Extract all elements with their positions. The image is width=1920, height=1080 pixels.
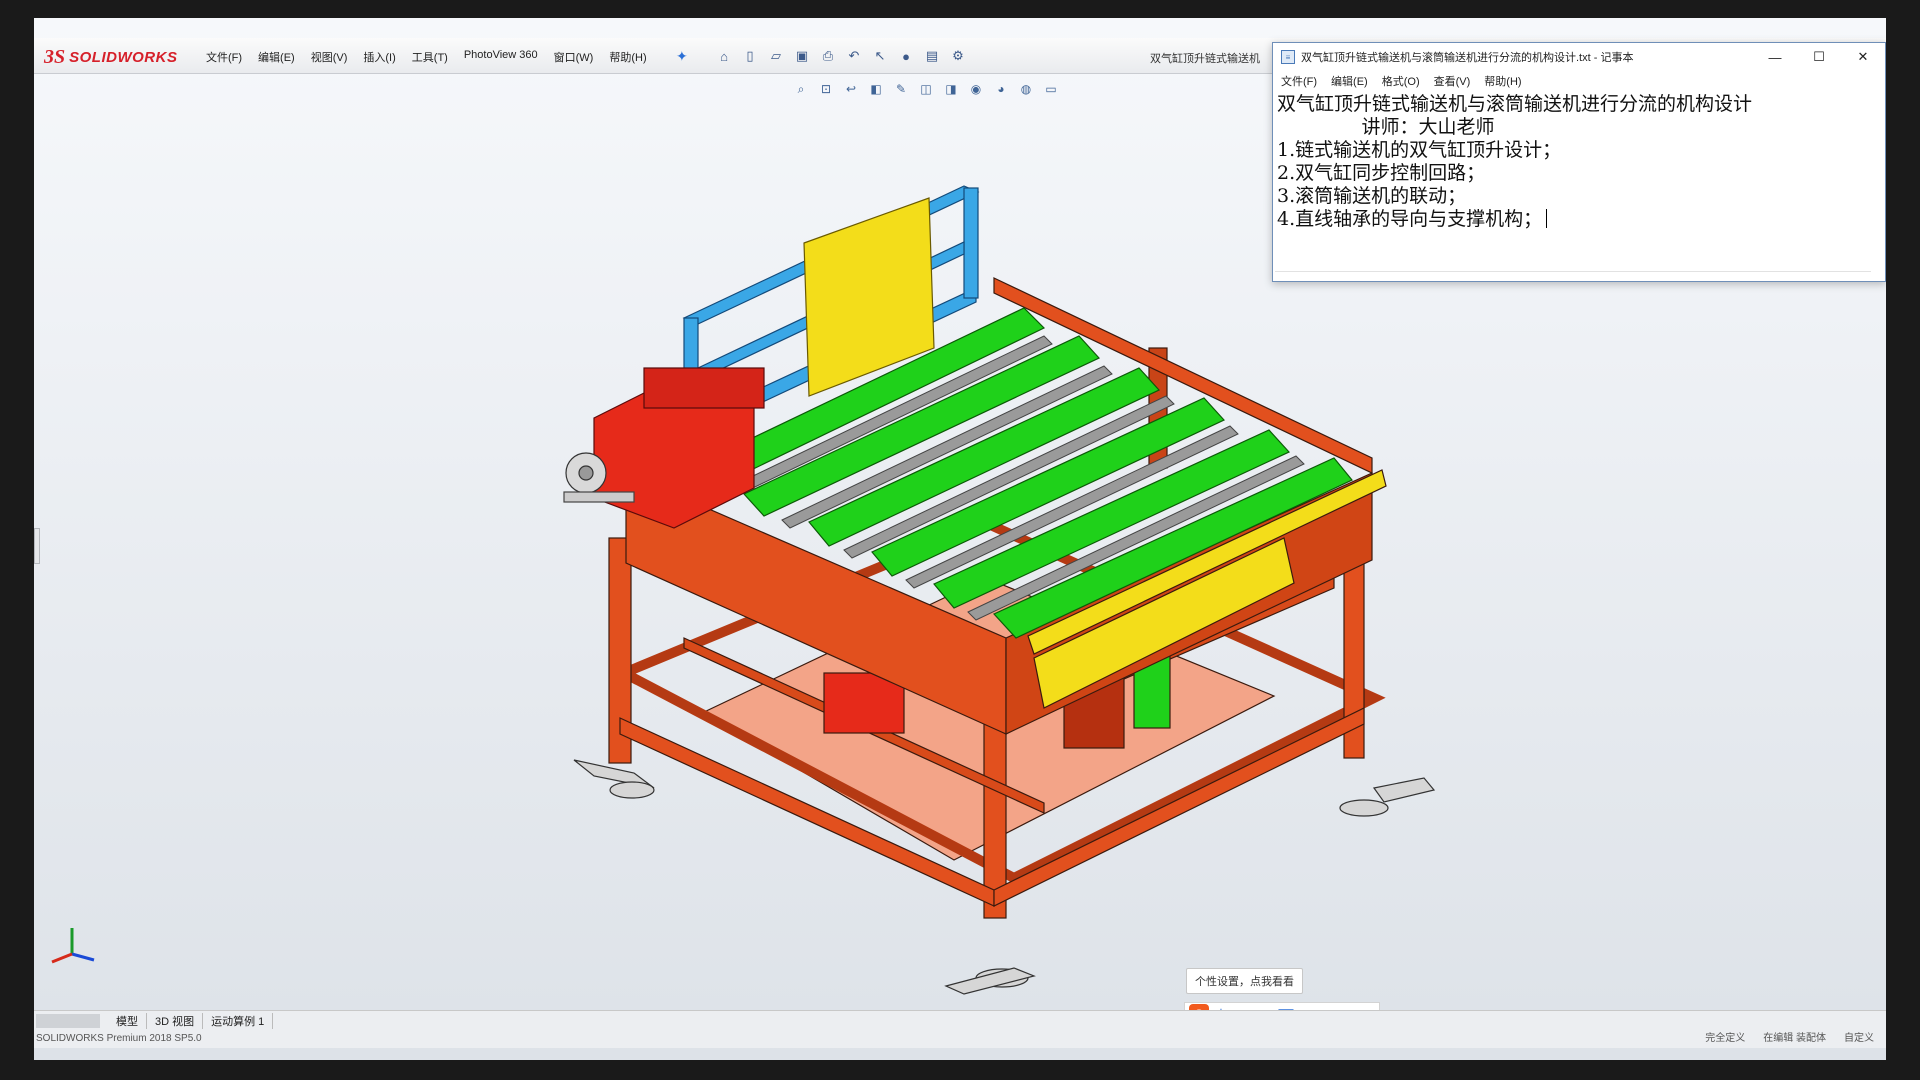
coordinate-triad: [51, 928, 95, 964]
status-definition: 完全定义: [1705, 1033, 1746, 1044]
zoom-area-icon[interactable]: ⊡: [817, 80, 835, 98]
menu-edit[interactable]: 编辑(E): [258, 49, 295, 65]
select-icon[interactable]: ↖: [870, 46, 890, 66]
logo-name: SOLIDWORKS: [69, 48, 178, 66]
text-line: 3.滚筒输送机的联动；: [1277, 185, 1467, 207]
print-icon[interactable]: ⎙: [818, 46, 838, 66]
bottom-tabs: 模型 3D 视图 运动算例 1: [34, 1010, 1886, 1030]
solidworks-logo: 3S SOLIDWORKS: [44, 44, 192, 70]
status-editing: 在编辑 装配体: [1763, 1033, 1826, 1044]
notepad-menu-bar: 文件(F) 编辑(E) 格式(O) 查看(V) 帮助(H): [1273, 71, 1885, 91]
notepad-icon: ≡: [1281, 50, 1295, 64]
standard-toolbar: ⌂ ▯ ▱ ▣ ⎙ ↶ ↖ ● ▤ ⚙: [714, 46, 968, 66]
view-orientation-icon[interactable]: ◫: [917, 80, 935, 98]
triad-x-axis: [71, 952, 95, 962]
notepad-menu-help[interactable]: 帮助(H): [1484, 73, 1521, 89]
section-view-icon[interactable]: ◧: [867, 80, 885, 98]
text-line: 双气缸顶升链式输送机与滚筒输送机进行分流的机构设计: [1277, 93, 1753, 115]
tab-model[interactable]: 模型: [108, 1012, 147, 1029]
text-caret: [1546, 209, 1548, 228]
task-pane-handle[interactable]: [34, 528, 40, 564]
view-settings-icon[interactable]: ▭: [1042, 80, 1060, 98]
save-icon[interactable]: ▣: [792, 46, 812, 66]
notepad-menu-edit[interactable]: 编辑(E): [1331, 73, 1368, 89]
new-icon[interactable]: ▯: [740, 46, 760, 66]
apply-scene-icon[interactable]: ◍: [1017, 80, 1035, 98]
window-controls: — ☐ ✕: [1753, 43, 1885, 71]
drive-sprocket-hub: [578, 465, 594, 481]
menu-tools[interactable]: 工具(T): [412, 49, 448, 65]
stop-frame-post: [963, 187, 979, 299]
previous-view-icon[interactable]: ↩: [842, 80, 860, 98]
foot-pad: [1339, 799, 1389, 817]
options-icon[interactable]: ⚙: [948, 46, 968, 66]
notepad-window[interactable]: ≡ 双气缸顶升链式输送机与滚筒输送机进行分流的机构设计.txt - 记事本 — …: [1272, 42, 1886, 282]
menu-insert[interactable]: 插入(I): [363, 49, 395, 65]
open-icon[interactable]: ▱: [766, 46, 786, 66]
tab-3d-views[interactable]: 3D 视图: [147, 1012, 204, 1029]
notepad-text-area[interactable]: 双气缸顶升链式输送机与滚筒输送机进行分流的机构设计 讲师：大山老师 1.链式输送机…: [1273, 91, 1885, 231]
tab-navigation-arrows[interactable]: [36, 1013, 100, 1028]
text-line: 1.链式输送机的双气缸顶升设计；: [1277, 139, 1562, 161]
maximize-icon[interactable]: ☐: [1797, 43, 1841, 71]
menu-bar: 文件(F) 编辑(E) 视图(V) 插入(I) 工具(T) PhotoView …: [206, 49, 647, 65]
close-icon[interactable]: ✕: [1841, 43, 1885, 71]
status-bar: SOLIDWORKS Premium 2018 SP5.0 完全定义 在编辑 装…: [34, 1030, 1886, 1048]
menu-help[interactable]: 帮助(H): [609, 49, 646, 65]
notepad-menu-format[interactable]: 格式(O): [1382, 73, 1420, 89]
notepad-menu-view[interactable]: 查看(V): [1434, 73, 1471, 89]
status-product: SOLIDWORKS Premium 2018 SP5.0: [36, 1033, 202, 1044]
hide-show-icon[interactable]: ◉: [967, 80, 985, 98]
undo-icon[interactable]: ↶: [844, 46, 864, 66]
heads-up-view-toolbar: ⌕ ⊡ ↩ ◧ ✎ ◫ ◨ ◉ ◕ ◍ ▭: [792, 80, 1060, 98]
text-line: 2.双气缸同步控制回路；: [1277, 162, 1486, 184]
triad-z-axis: [51, 952, 73, 964]
status-units[interactable]: 自定义: [1844, 1030, 1874, 1048]
minimize-icon[interactable]: —: [1753, 43, 1797, 71]
text-line: 4.直线轴承的导向与支撑机构；: [1277, 208, 1881, 231]
screen-frame: 3S SOLIDWORKS 文件(F) 编辑(E) 视图(V) 插入(I) 工具…: [34, 18, 1886, 1060]
pin-icon[interactable]: ✦: [676, 48, 688, 65]
home-icon[interactable]: ⌂: [714, 46, 734, 66]
file-properties-icon[interactable]: ▤: [922, 46, 942, 66]
motor-body: [643, 367, 765, 409]
notepad-menu-file[interactable]: 文件(F): [1281, 73, 1317, 89]
motor-bracket: [563, 491, 635, 503]
status-right: 完全定义 在编辑 装配体 自定义: [1705, 1030, 1874, 1048]
notepad-titlebar[interactable]: ≡ 双气缸顶升链式输送机与滚筒输送机进行分流的机构设计.txt - 记事本 — …: [1273, 43, 1885, 71]
text-line: 讲师：大山老师: [1277, 116, 1495, 138]
ime-tooltip[interactable]: 个性设置，点我看看: [1186, 968, 1303, 994]
foot-pad: [609, 781, 655, 799]
rebuild-icon[interactable]: ●: [896, 46, 916, 66]
menu-view[interactable]: 视图(V): [311, 49, 348, 65]
zoom-to-fit-icon[interactable]: ⌕: [792, 80, 810, 98]
menu-file[interactable]: 文件(F): [206, 49, 242, 65]
dynamic-annotation-icon[interactable]: ✎: [892, 80, 910, 98]
ds-logo: 3S: [44, 45, 66, 68]
document-title: 双气缸顶升链式输送机: [1150, 53, 1260, 65]
tab-motion-study[interactable]: 运动算例 1: [203, 1012, 274, 1029]
notepad-title: 双气缸顶升链式输送机与滚筒输送机进行分流的机构设计.txt - 记事本: [1301, 52, 1634, 64]
menu-window[interactable]: 窗口(W): [554, 49, 594, 65]
text-line-content: 4.直线轴承的导向与支撑机构；: [1277, 208, 1543, 230]
edit-appearance-icon[interactable]: ◕: [992, 80, 1010, 98]
menu-photoview[interactable]: PhotoView 360: [464, 49, 538, 65]
horizontal-scrollbar[interactable]: [1275, 271, 1871, 279]
display-style-icon[interactable]: ◨: [942, 80, 960, 98]
